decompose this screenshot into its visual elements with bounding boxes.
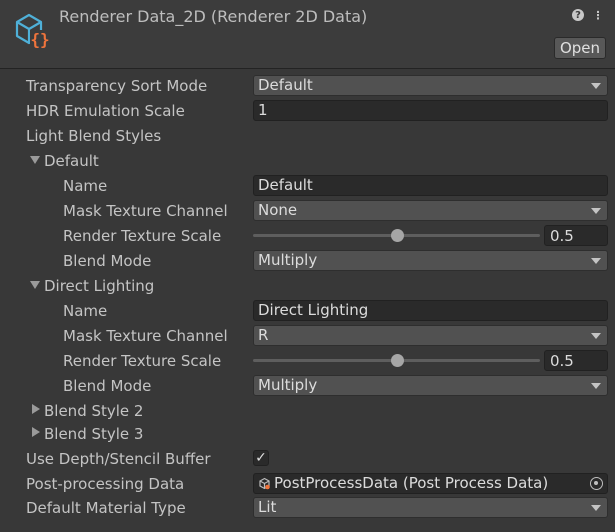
direct-mask-dropdown[interactable]: R xyxy=(253,325,608,346)
blend-style-direct-lighting-foldout[interactable]: Direct Lighting xyxy=(0,273,615,298)
default-blend-row: Blend Mode Multiply xyxy=(0,248,615,273)
direct-name-row: Name Direct Lighting xyxy=(0,298,615,323)
input-value: Direct Lighting xyxy=(258,301,369,319)
depth-stencil-checkbox[interactable]: ✓ xyxy=(253,450,269,466)
direct-blend-dropdown[interactable]: Multiply xyxy=(253,375,608,396)
default-material-dropdown[interactable]: Lit xyxy=(253,497,608,518)
transparency-sort-mode-row: Transparency Sort Mode Default xyxy=(0,73,615,98)
default-mask-row: Mask Texture Channel None xyxy=(0,198,615,223)
open-button[interactable]: Open xyxy=(554,37,606,59)
dropdown-value: Multiply xyxy=(258,376,318,394)
default-blend-dropdown[interactable]: Multiply xyxy=(253,250,608,271)
dropdown-value: Multiply xyxy=(258,251,318,269)
direct-mask-row: Mask Texture Channel R xyxy=(0,323,615,348)
default-scale-value-input[interactable]: 0.5 xyxy=(544,225,608,246)
chevron-down-icon xyxy=(591,383,601,389)
foldout-collapsed-icon[interactable] xyxy=(32,427,40,437)
dropdown-value: Default xyxy=(258,76,313,94)
foldout-expanded-icon[interactable] xyxy=(30,281,40,289)
default-mask-dropdown[interactable]: None xyxy=(253,200,608,221)
blend-style-title: Blend Style 3 xyxy=(44,425,144,443)
default-material-label: Default Material Type xyxy=(26,499,186,517)
direct-name-input[interactable]: Direct Lighting xyxy=(253,300,608,321)
default-scale-row: Render Texture Scale 0.5 xyxy=(0,223,615,248)
direct-scale-value-input[interactable]: 0.5 xyxy=(544,350,608,371)
default-material-row: Default Material Type Lit xyxy=(0,495,615,520)
input-value: 0.5 xyxy=(550,352,574,370)
scriptable-object-icon xyxy=(259,477,270,490)
depth-stencil-row: Use Depth/Stencil Buffer ✓ xyxy=(0,446,615,471)
hdr-emulation-scale-label: HDR Emulation Scale xyxy=(26,102,185,120)
default-name-input[interactable]: Default xyxy=(253,175,608,196)
blend-mode-label: Blend Mode xyxy=(63,252,152,270)
chevron-down-icon xyxy=(591,258,601,264)
settings-icon[interactable]: ⋮ xyxy=(591,8,605,22)
light-blend-styles-label: Light Blend Styles xyxy=(26,127,162,145)
name-label: Name xyxy=(63,177,108,195)
input-value: 1 xyxy=(258,101,268,119)
blend-style-2-foldout[interactable]: Blend Style 2 xyxy=(0,398,615,423)
hdr-emulation-scale-row: HDR Emulation Scale 1 xyxy=(0,98,615,123)
mask-texture-channel-label: Mask Texture Channel xyxy=(63,202,228,220)
default-scale-slider-thumb[interactable] xyxy=(390,229,404,242)
input-value: Default xyxy=(258,176,313,194)
direct-scale-slider-thumb[interactable] xyxy=(390,354,404,367)
foldout-collapsed-icon[interactable] xyxy=(32,404,40,414)
blend-style-title: Default xyxy=(44,152,99,170)
renderer-asset-icon: {} xyxy=(15,13,50,49)
hdr-emulation-scale-input[interactable]: 1 xyxy=(253,100,608,121)
dropdown-value: R xyxy=(258,326,269,344)
chevron-down-icon xyxy=(591,208,601,214)
chevron-down-icon xyxy=(591,505,601,511)
object-value: PostProcessData (Post Process Data) xyxy=(274,474,549,492)
blend-style-title: Blend Style 2 xyxy=(44,402,144,420)
transparency-sort-mode-label: Transparency Sort Mode xyxy=(26,77,208,95)
inspector-header: {} Renderer Data_2D (Renderer 2D Data) ?… xyxy=(0,0,615,69)
dropdown-value: None xyxy=(258,201,298,219)
direct-scale-row: Render Texture Scale 0.5 xyxy=(0,348,615,373)
name-label: Name xyxy=(63,302,108,320)
render-texture-scale-label: Render Texture Scale xyxy=(63,227,222,245)
dropdown-value: Lit xyxy=(258,498,277,516)
object-picker-icon[interactable] xyxy=(590,477,603,490)
blend-style-title: Direct Lighting xyxy=(44,277,155,295)
mask-texture-channel-label: Mask Texture Channel xyxy=(63,327,228,345)
blend-style-default-foldout[interactable]: Default xyxy=(0,148,615,173)
foldout-expanded-icon[interactable] xyxy=(30,156,40,164)
direct-blend-row: Blend Mode Multiply xyxy=(0,373,615,398)
chevron-down-icon xyxy=(591,333,601,339)
light-blend-styles-row: Light Blend Styles xyxy=(0,123,615,148)
default-name-row: Name Default xyxy=(0,173,615,198)
blend-style-3-foldout[interactable]: Blend Style 3 xyxy=(0,421,615,446)
svg-text:{}: {} xyxy=(30,30,49,49)
blend-mode-label: Blend Mode xyxy=(63,377,152,395)
chevron-down-icon xyxy=(591,83,601,89)
post-processing-row: Post-processing Data PostProcessData (Po… xyxy=(0,471,615,496)
input-value: 0.5 xyxy=(550,227,574,245)
transparency-sort-mode-dropdown[interactable]: Default xyxy=(253,75,608,96)
post-processing-object-field[interactable]: PostProcessData (Post Process Data) xyxy=(253,473,608,494)
depth-stencil-label: Use Depth/Stencil Buffer xyxy=(26,450,211,468)
post-processing-label: Post-processing Data xyxy=(26,475,185,493)
help-icon[interactable]: ? xyxy=(572,9,584,21)
asset-title: Renderer Data_2D (Renderer 2D Data) xyxy=(59,7,368,26)
render-texture-scale-label: Render Texture Scale xyxy=(63,352,222,370)
